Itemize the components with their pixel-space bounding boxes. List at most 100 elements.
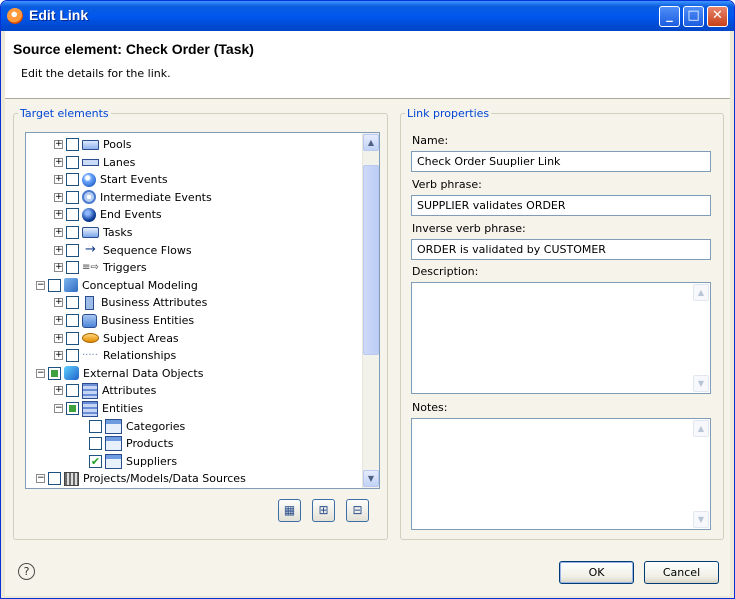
tree-item-label: Triggers bbox=[103, 261, 147, 275]
inverse-verb-phrase-field[interactable]: ORDER is validated by CUSTOMER bbox=[411, 239, 711, 260]
expand-icon[interactable]: + bbox=[54, 210, 63, 220]
tree-item[interactable]: + Attributes bbox=[54, 382, 156, 399]
tree-item[interactable]: + Intermediate Events bbox=[54, 189, 212, 206]
tree-checkbox[interactable] bbox=[66, 296, 79, 310]
tree-checkbox[interactable] bbox=[66, 314, 79, 327]
tree-item[interactable]: − Conceptual Modeling bbox=[36, 277, 198, 294]
tree-item[interactable]: ✔ Suppliers bbox=[74, 453, 177, 470]
scroll-down-button[interactable]: ▼ bbox=[363, 470, 379, 487]
relationship-icon: ····· bbox=[82, 349, 98, 361]
tree-item[interactable]: − Projects/Models/Data Sources bbox=[36, 470, 246, 487]
tree-checkbox[interactable] bbox=[48, 366, 61, 380]
tree-checkbox[interactable] bbox=[89, 437, 102, 451]
tree-checkbox[interactable] bbox=[66, 402, 79, 415]
attributes-icon bbox=[82, 382, 98, 399]
notes-field[interactable]: ▲ ▼ bbox=[411, 418, 711, 530]
ok-button[interactable]: OK bbox=[559, 561, 634, 584]
tree-item[interactable]: Products bbox=[74, 435, 174, 452]
notes-scrollbar[interactable]: ▲ ▼ bbox=[693, 419, 710, 529]
tree-checkbox[interactable] bbox=[66, 331, 79, 345]
tree-item[interactable]: − Entities bbox=[54, 400, 143, 417]
tree-checkbox[interactable] bbox=[66, 349, 79, 363]
tree-checkbox[interactable] bbox=[89, 419, 102, 433]
expand-icon[interactable]: + bbox=[54, 175, 63, 185]
tree-item[interactable]: + Lanes bbox=[54, 154, 135, 171]
minimize-button[interactable]: _ bbox=[659, 6, 680, 27]
tree-item[interactable]: + Start Events bbox=[54, 171, 168, 188]
collapse-icon[interactable]: − bbox=[36, 474, 45, 484]
target-tree[interactable]: + Pools + Lanes + Start Events + Intermediate E… bbox=[25, 132, 380, 489]
name-field[interactable]: Check Order Suuplier Link bbox=[411, 151, 711, 172]
expand-icon[interactable]: + bbox=[54, 245, 63, 255]
dialog-header: Source element: Check Order (Task) Edit … bbox=[5, 31, 730, 99]
tree-item[interactable]: + ····· Relationships bbox=[54, 347, 176, 364]
tree-checkbox[interactable] bbox=[66, 384, 79, 398]
tree-item[interactable]: + → Sequence Flows bbox=[54, 242, 192, 259]
close-button[interactable]: ✕ bbox=[707, 6, 728, 27]
tree-checkbox[interactable] bbox=[48, 472, 61, 486]
tree-item[interactable]: + Subject Areas bbox=[54, 330, 179, 347]
tree-item-label: External Data Objects bbox=[83, 366, 204, 380]
expand-icon[interactable]: + bbox=[54, 316, 63, 325]
select-all-button[interactable]: ▦ bbox=[278, 499, 301, 522]
help-button[interactable]: ? bbox=[18, 563, 35, 580]
expand-all-icon: ⊞ bbox=[318, 503, 329, 517]
tree-item[interactable]: + ≡⇨ Triggers bbox=[54, 259, 147, 276]
scroll-up-button[interactable]: ▲ bbox=[363, 134, 379, 151]
title-bar[interactable]: Edit Link _ □ ✕ bbox=[1, 1, 734, 31]
expand-icon[interactable]: + bbox=[54, 228, 63, 237]
tree-checkbox[interactable] bbox=[66, 173, 79, 187]
tree-item[interactable]: + End Events bbox=[54, 206, 162, 223]
verb-phrase-field[interactable]: SUPPLIER validates ORDER bbox=[411, 195, 711, 216]
expand-icon[interactable]: + bbox=[54, 351, 63, 361]
header-title: Source element: Check Order (Task) bbox=[13, 41, 254, 57]
tree-item[interactable]: + Tasks bbox=[54, 224, 132, 241]
expand-icon[interactable]: + bbox=[54, 157, 63, 167]
tree-checkbox[interactable] bbox=[66, 261, 79, 275]
tree-checkbox[interactable] bbox=[48, 278, 61, 292]
tree-checkbox[interactable] bbox=[66, 138, 79, 151]
tree-checkbox[interactable] bbox=[66, 226, 79, 239]
header-subtitle: Edit the details for the link. bbox=[21, 67, 171, 80]
expand-icon[interactable]: + bbox=[54, 140, 63, 149]
expand-icon[interactable]: + bbox=[54, 263, 63, 273]
inverse-verb-phrase-label: Inverse verb phrase: bbox=[412, 222, 526, 235]
scroll-thumb[interactable] bbox=[363, 165, 379, 355]
notes-scroll-up[interactable]: ▲ bbox=[693, 420, 709, 437]
tree-item-label: Relationships bbox=[103, 349, 177, 363]
tree-item[interactable]: − External Data Objects bbox=[36, 365, 203, 382]
description-scroll-down[interactable]: ▼ bbox=[693, 375, 709, 392]
tree-item-label: Products bbox=[126, 437, 174, 451]
maximize-button[interactable]: □ bbox=[683, 6, 704, 27]
tree-checkbox[interactable]: ✔ bbox=[89, 454, 102, 468]
expand-icon[interactable]: + bbox=[54, 386, 63, 396]
business-entity-icon bbox=[82, 313, 97, 328]
tree-item[interactable]: + Business Entities bbox=[54, 312, 194, 329]
tree-item-label: Categories bbox=[126, 419, 186, 433]
collapse-icon[interactable]: − bbox=[36, 280, 45, 290]
expand-icon[interactable]: + bbox=[54, 333, 63, 343]
collapse-all-button[interactable]: ⊟ bbox=[346, 499, 369, 522]
description-scroll-up[interactable]: ▲ bbox=[693, 284, 709, 301]
collapse-icon[interactable]: − bbox=[36, 368, 45, 378]
collapse-icon[interactable]: − bbox=[54, 404, 63, 413]
tree-checkbox[interactable] bbox=[66, 190, 79, 204]
tree-item[interactable]: + Business Attributes bbox=[54, 294, 207, 311]
tree-item[interactable]: Categories bbox=[74, 418, 185, 435]
tree-checkbox[interactable] bbox=[66, 208, 79, 222]
tree-item[interactable]: + Pools bbox=[54, 136, 132, 153]
expand-icon[interactable]: + bbox=[54, 192, 63, 202]
cancel-button[interactable]: Cancel bbox=[644, 561, 719, 584]
expand-all-button[interactable]: ⊞ bbox=[312, 499, 335, 522]
description-scrollbar[interactable]: ▲ ▼ bbox=[693, 283, 710, 393]
tree-scrollbar[interactable]: ▲ ▼ bbox=[362, 133, 379, 488]
tree-checkbox[interactable] bbox=[66, 243, 79, 257]
expand-icon[interactable]: + bbox=[54, 298, 63, 308]
edit-link-dialog: Edit Link _ □ ✕ Source element: Check Or… bbox=[0, 0, 735, 599]
table-icon bbox=[105, 418, 122, 434]
tree-checkbox[interactable] bbox=[66, 155, 79, 169]
description-field[interactable]: ▲ ▼ bbox=[411, 282, 711, 394]
tree-item-label: Projects/Models/Data Sources bbox=[83, 472, 246, 486]
help-icon: ? bbox=[23, 565, 30, 578]
notes-scroll-down[interactable]: ▼ bbox=[693, 511, 709, 528]
